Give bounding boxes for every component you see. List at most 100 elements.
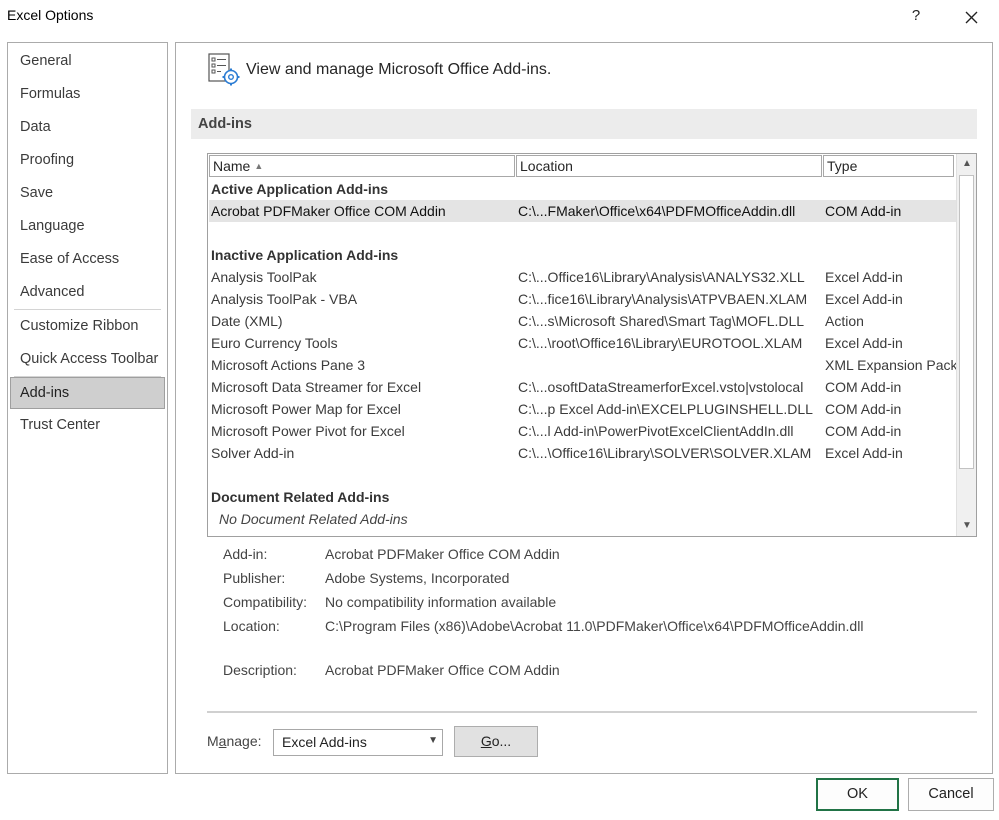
- detail-label: Location:: [223, 618, 280, 634]
- detail-value: Acrobat PDFMaker Office COM Addin: [325, 662, 560, 678]
- sidebar-item-add-ins[interactable]: Add-ins: [10, 377, 165, 409]
- column-header-name-label: Name: [213, 158, 251, 174]
- detail-publisher: Publisher: Adobe Systems, Incorporated: [223, 567, 963, 589]
- table-row[interactable]: Euro Currency Tools C:\...\root\Office16…: [209, 332, 956, 354]
- table-row[interactable]: Analysis ToolPak C:\...Office16\Library\…: [209, 266, 956, 288]
- detail-compatibility: Compatibility: No compatibility informat…: [223, 591, 963, 613]
- scroll-thumb[interactable]: [959, 175, 974, 469]
- options-sidebar: General Formulas Data Proofing Save Lang…: [7, 42, 168, 774]
- detail-value: Adobe Systems, Incorporated: [325, 570, 510, 586]
- panel-heading: View and manage Microsoft Office Add-ins…: [246, 61, 552, 78]
- addin-name: Analysis ToolPak: [211, 269, 317, 285]
- chevron-down-icon: ▼: [428, 735, 438, 746]
- addin-location: C:\...p Excel Add-in\EXCELPLUGINSHELL.DL…: [518, 401, 813, 417]
- sidebar-item-formulas[interactable]: Formulas: [8, 78, 167, 111]
- sort-ascending-icon: ▲: [254, 161, 264, 171]
- addin-type: COM Add-in: [825, 423, 902, 439]
- addin-type: Action: [825, 313, 864, 329]
- group-header-document: Document Related Add-ins: [211, 489, 390, 505]
- sidebar-item-general[interactable]: General: [8, 45, 167, 78]
- list-scrollbar[interactable]: ▲ ▼: [956, 154, 976, 536]
- detail-label: Compatibility:: [223, 594, 308, 610]
- section-title: Add-ins: [198, 116, 252, 132]
- table-row[interactable]: Acrobat PDFMaker Office COM Addin C:\...…: [209, 200, 956, 222]
- sidebar-item-data[interactable]: Data: [8, 111, 167, 144]
- sidebar-item-advanced[interactable]: Advanced: [8, 276, 167, 309]
- addin-name: Acrobat PDFMaker Office COM Addin: [211, 203, 446, 219]
- addin-location: C:\...\root\Office16\Library\EUROTOOL.XL…: [518, 335, 803, 351]
- addin-type: Excel Add-in: [825, 269, 903, 285]
- table-row[interactable]: Microsoft Data Streamer for Excel C:\...…: [209, 376, 956, 398]
- column-header-name[interactable]: Name ▲: [209, 155, 515, 177]
- group-header-inactive: Inactive Application Add-ins: [211, 247, 399, 263]
- close-button[interactable]: [958, 4, 984, 30]
- cancel-button[interactable]: Cancel: [908, 778, 994, 811]
- manage-label: Manage:: [207, 733, 262, 749]
- addin-name: Microsoft Power Pivot for Excel: [211, 423, 405, 439]
- detail-label: Add-in:: [223, 546, 268, 562]
- sidebar-item-customize-ribbon[interactable]: Customize Ribbon: [8, 310, 167, 343]
- manage-dropdown[interactable]: Excel Add-ins ▼: [273, 729, 443, 756]
- table-row[interactable]: Date (XML) C:\...s\Microsoft Shared\Smar…: [209, 310, 956, 332]
- addin-location: C:\...l Add-in\PowerPivotExcelClientAddI…: [518, 423, 794, 439]
- addin-type: COM Add-in: [825, 379, 902, 395]
- sidebar-item-language[interactable]: Language: [8, 210, 167, 243]
- addin-type: Excel Add-in: [825, 335, 903, 351]
- table-row[interactable]: Analysis ToolPak - VBA C:\...fice16\Libr…: [209, 288, 956, 310]
- addins-settings-icon: [207, 53, 241, 87]
- sidebar-item-ease-of-access[interactable]: Ease of Access: [8, 243, 167, 276]
- scroll-up-arrow-icon[interactable]: ▲: [957, 154, 976, 174]
- addin-name: Solver Add-in: [211, 445, 295, 461]
- section-header: Add-ins: [191, 109, 977, 139]
- help-button[interactable]: ?: [904, 3, 928, 29]
- sidebar-item-trust-center[interactable]: Trust Center: [8, 409, 167, 442]
- detail-location: Location: C:\Program Files (x86)\Adobe\A…: [223, 615, 963, 637]
- detail-label: Publisher:: [223, 570, 286, 586]
- detail-value: Acrobat PDFMaker Office COM Addin: [325, 546, 560, 562]
- addin-location: C:\...\Office16\Library\SOLVER\SOLVER.XL…: [518, 445, 812, 461]
- addin-location: C:\...fice16\Library\Analysis\ATPVBAEN.X…: [518, 291, 808, 307]
- empty-state-text: No Document Related Add-ins: [219, 511, 408, 527]
- addin-location: C:\...Office16\Library\Analysis\ANALYS32…: [518, 269, 805, 285]
- addin-location: C:\...FMaker\Office\x64\PDFMOfficeAddin.…: [518, 203, 796, 219]
- addin-name: Analysis ToolPak - VBA: [211, 291, 358, 307]
- table-row[interactable]: Solver Add-in C:\...\Office16\Library\SO…: [209, 442, 956, 464]
- group-header-active: Active Application Add-ins: [211, 181, 389, 197]
- table-row[interactable]: Microsoft Power Pivot for Excel C:\...l …: [209, 420, 956, 442]
- window-title: Excel Options: [7, 7, 94, 23]
- detail-value: C:\Program Files (x86)\Adobe\Acrobat 11.…: [325, 618, 864, 634]
- table-row[interactable]: Microsoft Actions Pane 3 XML Expansion P…: [209, 354, 958, 376]
- addin-type: COM Add-in: [825, 203, 902, 219]
- addins-list[interactable]: Name ▲ Location Type Active Application A…: [207, 153, 977, 537]
- go-button-label: o...: [491, 733, 512, 749]
- addin-type: COM Add-in: [825, 401, 902, 417]
- column-header-type[interactable]: Type: [823, 155, 954, 177]
- addin-name: Microsoft Data Streamer for Excel: [211, 379, 422, 395]
- addins-panel: View and manage Microsoft Office Add-ins…: [175, 42, 993, 774]
- addin-type: Excel Add-in: [825, 291, 903, 307]
- sidebar-item-quick-access-toolbar[interactable]: Quick Access Toolbar: [8, 343, 167, 376]
- addin-type: Excel Add-in: [825, 445, 903, 461]
- detail-value: No compatibility information available: [325, 594, 557, 610]
- sidebar-item-save[interactable]: Save: [8, 177, 167, 210]
- addin-name: Euro Currency Tools: [211, 335, 338, 351]
- scroll-down-arrow-icon[interactable]: ▼: [957, 516, 976, 536]
- sidebar-item-proofing[interactable]: Proofing: [8, 144, 167, 177]
- title-bar: Excel Options ?: [0, 0, 999, 36]
- manage-label-suffix: nage:: [226, 733, 262, 749]
- addin-name: Date (XML): [211, 313, 283, 329]
- go-button-accelerator: G: [480, 733, 492, 749]
- addin-location: C:\...s\Microsoft Shared\Smart Tag\MOFL.…: [518, 313, 805, 329]
- close-icon: [965, 11, 978, 24]
- addin-type: XML Expansion Pack: [825, 357, 958, 373]
- detail-label: Description:: [223, 662, 297, 678]
- manage-label-prefix: M: [207, 733, 219, 749]
- detail-addin: Add-in: Acrobat PDFMaker Office COM Addi…: [223, 543, 963, 565]
- addin-name: Microsoft Power Map for Excel: [211, 401, 401, 417]
- detail-description: Description: Acrobat PDFMaker Office COM…: [223, 659, 963, 681]
- go-button[interactable]: Go...: [454, 726, 538, 757]
- table-row[interactable]: Microsoft Power Map for Excel C:\...p Ex…: [209, 398, 956, 420]
- column-header-location[interactable]: Location: [516, 155, 822, 177]
- manage-dropdown-value: Excel Add-ins: [282, 734, 367, 750]
- ok-button[interactable]: OK: [816, 778, 899, 811]
